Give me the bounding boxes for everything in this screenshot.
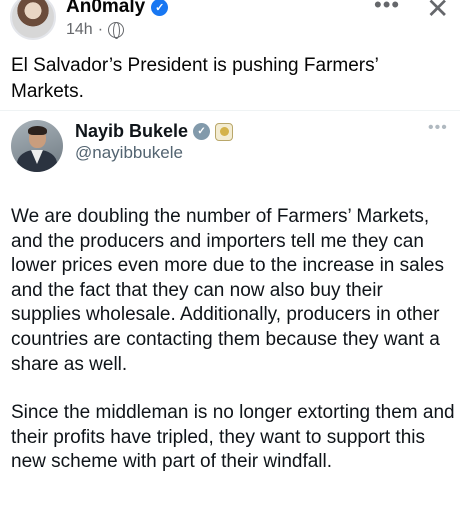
embedded-tweet[interactable]: Nayib Bukele ✓ @nayibbukele ••• We are d… [0,110,460,522]
author-name[interactable]: An0maly [66,0,145,18]
tweet-paragraph: Since the middleman is no longer extorti… [11,402,455,473]
post-header: An0maly ✓ 14h · ••• ✕ [0,0,460,50]
tweet-body: We are doubling the number of Farmers’ M… [11,205,456,475]
more-options-icon[interactable]: ••• [374,0,400,18]
tweet-author-avatar[interactable] [11,120,63,172]
meta-separator: · [97,21,104,38]
globe-icon [108,22,125,39]
government-seal-icon [215,122,234,141]
verified-badge-icon: ✓ [151,0,169,16]
tweet-author-name[interactable]: Nayib Bukele [75,121,188,142]
tweet-paragraph: We are doubling the number of Farmers’ M… [11,206,445,375]
post-meta: 14h · [66,21,125,39]
post-caption: El Salvador’s President is pushing Farme… [11,55,379,102]
post-time[interactable]: 14h [66,21,93,39]
author-avatar[interactable] [10,0,56,40]
avatar-hair-shape [28,126,47,135]
verified-badge-icon: ✓ [193,123,211,140]
tweet-more-icon[interactable]: ••• [428,119,448,137]
tweet-author-handle[interactable]: @nayibbukele [75,143,183,163]
tweet-author-row: Nayib Bukele ✓ [75,121,234,142]
close-icon[interactable]: ✕ [426,0,449,25]
author-name-row: An0maly ✓ [66,0,169,18]
